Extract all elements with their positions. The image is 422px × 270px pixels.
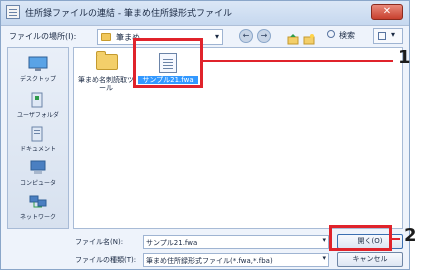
view-icon (378, 32, 386, 40)
new-folder-icon[interactable] (303, 30, 315, 45)
filename-field[interactable]: サンプル21.fwa ▾ (143, 235, 329, 249)
file-list: 筆まめ名刺読取ツール サンプル21.fwa (73, 47, 403, 229)
place-documents[interactable]: ドキュメント (8, 124, 68, 158)
filename-label: ファイル名(N): (75, 238, 124, 246)
places-bar: デスクトップ ユーザフォルダ ドキュメント コンピュータ ネットワーク (7, 47, 69, 229)
chevron-down-icon: ▾ (322, 254, 326, 262)
place-desktop[interactable]: デスクトップ (8, 54, 68, 88)
close-button[interactable]: ✕ (371, 4, 403, 20)
desktop-icon (28, 56, 48, 71)
callout-number-2: 2 (404, 225, 417, 246)
place-label: ドキュメント (19, 146, 56, 153)
view-menu-button[interactable]: ▾ (373, 28, 403, 44)
network-icon (29, 195, 47, 208)
up-folder-icon[interactable] (287, 30, 299, 45)
filetype-value: 筆まめ住所録形式ファイル(*.fwa,*.fba) (146, 257, 273, 265)
search-label: 検索 (339, 31, 355, 40)
place-label: ネットワーク (19, 214, 56, 221)
chevron-down-icon: ▾ (214, 32, 219, 41)
callout-box-file (133, 38, 203, 88)
folder-icon (96, 51, 118, 70)
place-computer[interactable]: コンピュータ (8, 158, 68, 192)
place-label: デスクトップ (19, 76, 56, 83)
filetype-select[interactable]: 筆まめ住所録形式ファイル(*.fwa,*.fba) ▾ (143, 253, 329, 267)
search-icon (327, 30, 335, 38)
folder-icon (101, 33, 111, 41)
file-label: 筆まめ名刺読取ツール (78, 76, 134, 92)
computer-icon (30, 160, 46, 174)
forward-button[interactable]: → (257, 29, 271, 43)
place-user-folder[interactable]: ユーザフォルダ (8, 90, 68, 124)
callout-line-1 (203, 60, 393, 62)
place-label: ユーザフォルダ (17, 112, 59, 119)
filetype-row: ファイルの種類(T): 筆まめ住所録形式ファイル(*.fwa,*.fba) ▾ … (1, 251, 409, 269)
window-title: 住所録ファイルの連結 - 筆まめ住所録形式ファイル (25, 9, 232, 19)
filename-value: サンプル21.fwa (146, 239, 198, 247)
place-label: コンピュータ (19, 180, 56, 187)
place-network[interactable]: ネットワーク (8, 192, 68, 226)
callout-number-1: 1 (398, 47, 411, 68)
list-item-folder[interactable]: 筆まめ名刺読取ツール (76, 51, 136, 96)
cancel-button[interactable]: キャンセル (337, 252, 403, 267)
search-button[interactable]: 検索 (327, 28, 367, 44)
callout-line-2 (392, 238, 400, 240)
location-label: ファイルの場所(I): (9, 32, 77, 41)
chevron-down-icon: ▾ (391, 30, 396, 39)
title-bar: 住所録ファイルの連結 - 筆まめ住所録形式ファイル ✕ (1, 1, 409, 26)
chevron-down-icon: ▾ (322, 236, 326, 244)
user-folder-icon (31, 92, 43, 108)
back-button[interactable]: ← (239, 29, 253, 43)
app-icon (6, 5, 20, 19)
callout-box-open (329, 225, 392, 251)
filetype-label: ファイルの種類(T): (75, 256, 137, 264)
documents-icon (31, 126, 43, 142)
